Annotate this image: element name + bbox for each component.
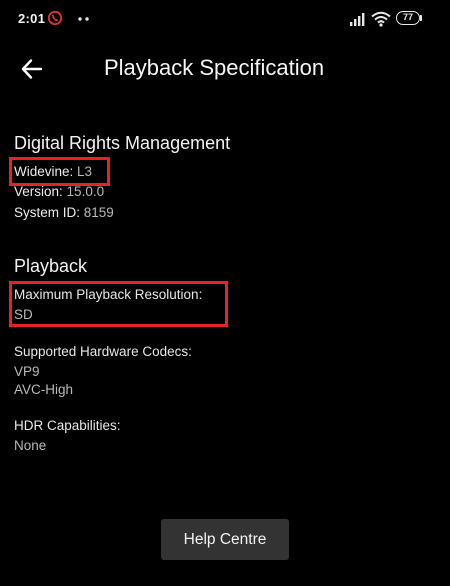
hdr-value: None [14, 438, 47, 453]
battery-tip [420, 15, 422, 21]
app-bar: Playback Specification [0, 40, 450, 96]
back-arrow-icon [21, 59, 43, 79]
system-id-label: System ID: [14, 205, 81, 220]
battery-level: 77 [402, 12, 413, 22]
wifi-icon [371, 11, 391, 27]
system-id-row: System ID: 8159 [14, 205, 114, 220]
page-title: Playback Specification [104, 55, 325, 80]
help-centre-button[interactable]: Help Centre [161, 519, 289, 560]
version-row: Version: 15.0.0 [14, 184, 104, 199]
hdr-label: HDR Capabilities: [14, 418, 121, 433]
drm-section-title: Digital Rights Management [14, 133, 231, 153]
more-notifications-icon [78, 17, 89, 21]
status-bar: 2:01 77 [0, 0, 450, 40]
signal-icon [350, 13, 365, 26]
codec-item: AVC-High [14, 382, 74, 397]
codec-item: VP9 [14, 364, 40, 379]
codecs-label: Supported Hardware Codecs: [14, 344, 192, 359]
battery-icon: 77 [396, 11, 426, 27]
playback-section-title: Playback [14, 256, 88, 276]
widevine-row: Widevine: L3 [14, 164, 92, 179]
widevine-label: Widevine: [14, 164, 74, 179]
max-resolution-value: SD [14, 307, 33, 322]
system-id-value: 8159 [83, 205, 114, 220]
version-value: 15.0.0 [66, 184, 105, 199]
status-time: 2:01 [18, 11, 46, 26]
max-resolution-label: Maximum Playback Resolution: [14, 287, 203, 302]
widevine-value: L3 [77, 164, 93, 179]
whatsapp-icon [47, 10, 63, 26]
version-label: Version: [14, 184, 63, 199]
back-button[interactable] [14, 52, 50, 86]
